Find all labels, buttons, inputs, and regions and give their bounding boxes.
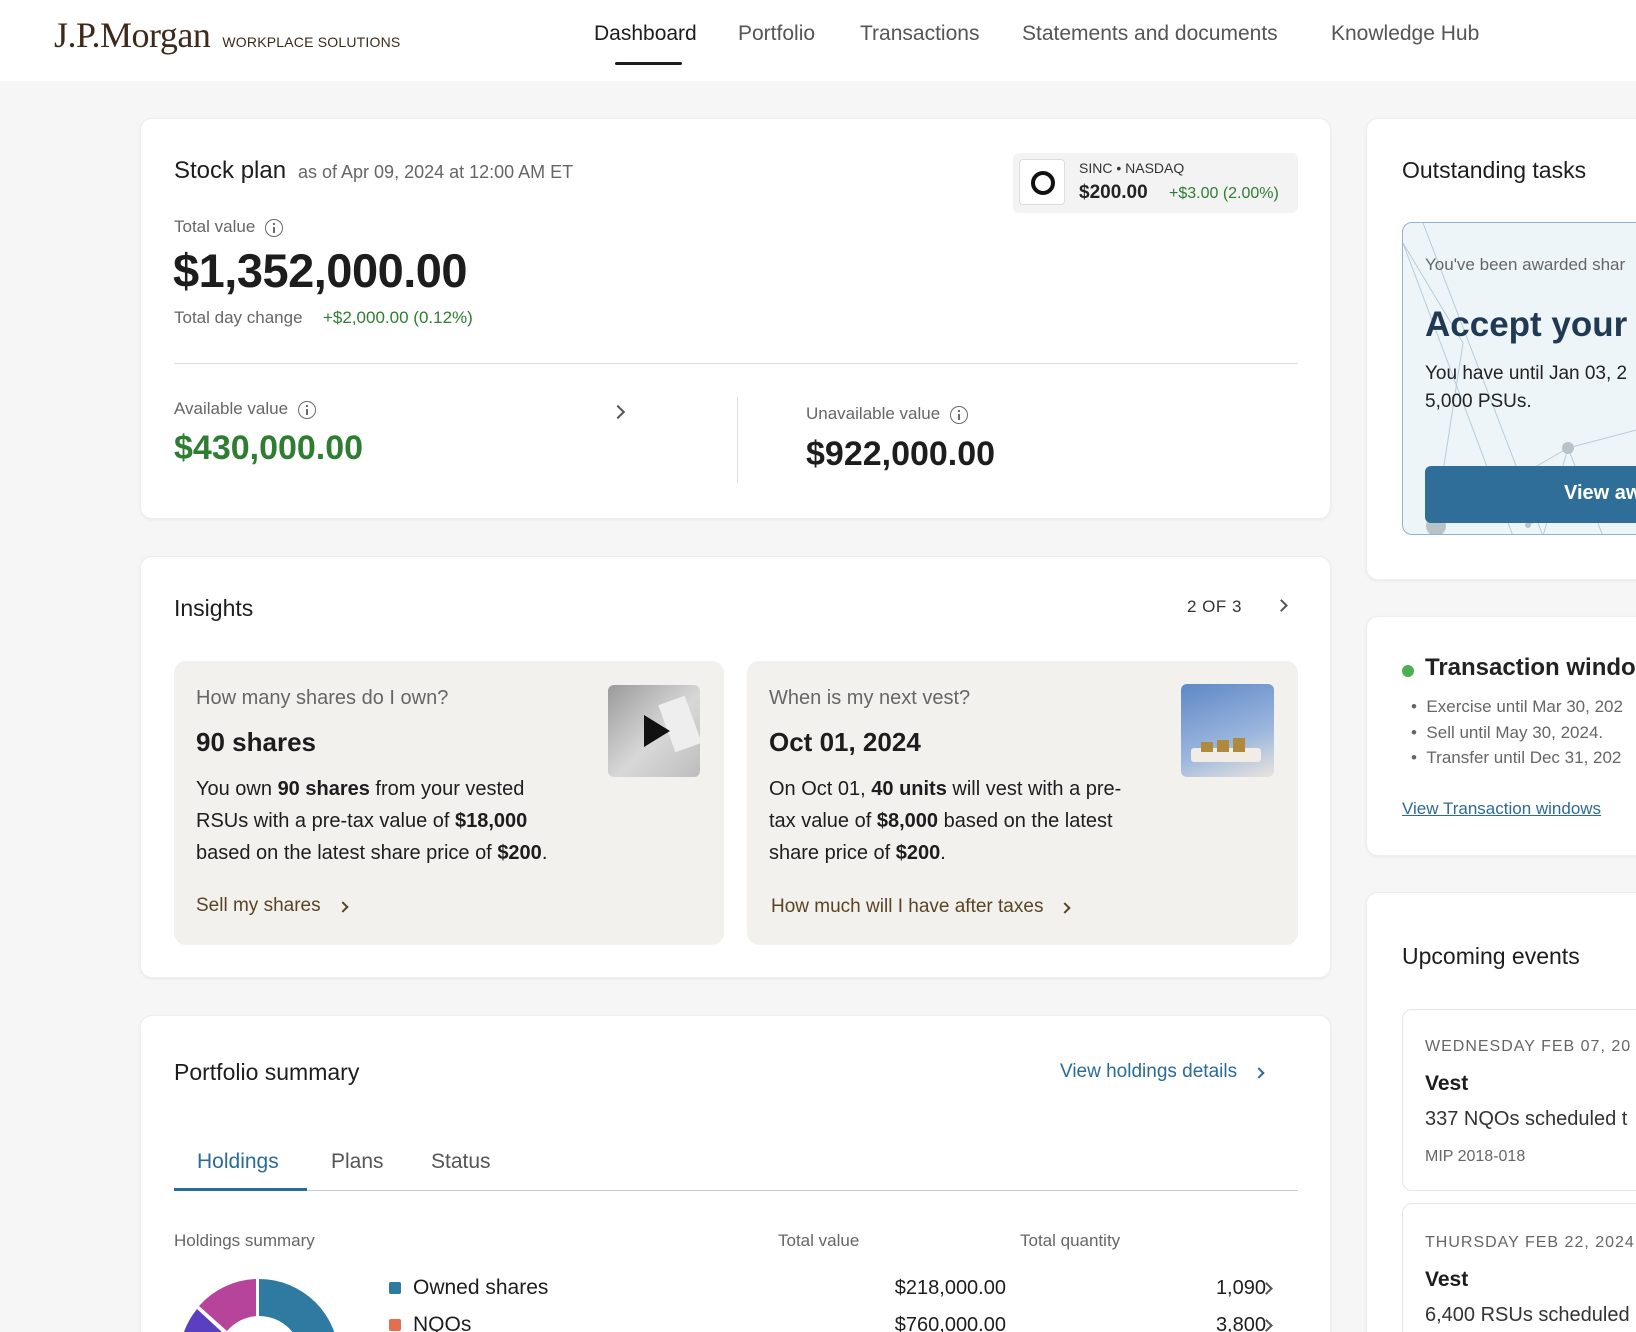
tasks-title: Outstanding tasks — [1402, 157, 1587, 183]
task-body-line1: You have until Jan 03, 2 — [1425, 363, 1628, 384]
chevron-right-icon — [1059, 902, 1072, 914]
holding-row-owned-name[interactable]: Owned shares — [389, 1276, 548, 1300]
view-transaction-windows-link[interactable]: View Transaction windows — [1402, 799, 1601, 819]
upcoming-events-card: Upcoming events WEDNESDAY FEB 07, 20 Ves… — [1366, 892, 1636, 1332]
holding-row-nqo-value: $760,000.00 — [894, 1314, 1006, 1332]
window-transfer: • Transfer until Dec 31, 202 — [1411, 748, 1622, 767]
holding-row-owned-qty: 1,090 — [1215, 1277, 1266, 1299]
insight-headline: Oct 01, 2024 — [769, 727, 921, 757]
chevron-right-icon[interactable] — [1275, 599, 1288, 612]
tabs-divider — [174, 1190, 1298, 1191]
insight-body: You own 90 shares from your vested RSUs … — [196, 778, 548, 864]
main-nav: Dashboard Portfolio Transactions Stateme… — [0, 22, 1636, 72]
insights-pager: 2 OF 3 — [1187, 597, 1242, 616]
window-sell: • Sell until May 30, 2024. — [1411, 723, 1604, 742]
stock-plan-title: Stock plan — [174, 157, 287, 184]
after-taxes-link[interactable]: How much will I have after taxes — [771, 896, 1072, 918]
outstanding-tasks-card: Outstanding tasks You've been awarded sh… — [1366, 118, 1636, 580]
insight-body: On Oct 01, 40 units will vest with a pre… — [769, 778, 1122, 864]
available-value-label: Available value — [174, 399, 317, 419]
window-exercise: • Exercise until Mar 30, 202 — [1411, 697, 1623, 716]
task-headline: Accept your a — [1425, 305, 1636, 344]
sell-shares-link[interactable]: Sell my shares — [196, 895, 349, 917]
event-plan: MIP 2018-018 — [1425, 1148, 1526, 1165]
holding-row-nqo-name[interactable]: NQOs — [389, 1313, 471, 1332]
status-dot-icon — [1402, 665, 1414, 677]
available-value: $430,000.00 — [174, 429, 364, 467]
day-change-value: +$2,000.00 (0.12%) — [323, 308, 473, 327]
nav-active-underline — [615, 62, 682, 65]
insight-question: When is my next vest? — [769, 687, 971, 709]
divider — [174, 363, 1298, 364]
event-description: 337 NQOs scheduled t — [1425, 1108, 1628, 1130]
insight-headline: 90 shares — [196, 727, 316, 757]
event-type: Vest — [1425, 1072, 1469, 1095]
chevron-right-icon — [1253, 1067, 1265, 1079]
legend-swatch — [389, 1319, 401, 1332]
tab-status[interactable]: Status — [431, 1150, 491, 1174]
event-description: 6,400 RSUs scheduled — [1425, 1304, 1630, 1326]
total-value-header: Total value — [778, 1231, 860, 1250]
view-holdings-link[interactable]: View holdings details — [1060, 1061, 1265, 1083]
holding-row-nqo-qty: 3,800 — [1215, 1314, 1266, 1332]
portfolio-title: Portfolio summary — [174, 1059, 360, 1085]
transaction-windows-title: Transaction windo — [1425, 654, 1636, 681]
vertical-divider — [737, 397, 738, 483]
event-date: WEDNESDAY FEB 07, 20 — [1425, 1038, 1632, 1055]
nav-statements[interactable]: Statements and documents — [1022, 22, 1278, 46]
unavailable-value: $922,000.00 — [806, 435, 996, 473]
event-card[interactable]: WEDNESDAY FEB 07, 20 Vest 337 NQOs sched… — [1402, 1009, 1636, 1191]
ticker-change: +$3.00 (2.00%) — [1169, 185, 1279, 202]
nav-knowledge-hub[interactable]: Knowledge Hub — [1331, 22, 1479, 46]
ticker-widget[interactable]: SINC • NASDAQ $200.00 +$3.00 (2.00%) — [1013, 153, 1298, 213]
play-icon — [644, 715, 670, 747]
task-body-line2: 5,000 PSUs. — [1425, 391, 1532, 412]
nav-transactions[interactable]: Transactions — [860, 22, 979, 46]
transaction-windows-card: Transaction windo • Exercise until Mar 3… — [1366, 616, 1636, 856]
ticker-price: $200.00 — [1079, 182, 1148, 203]
insight-tile-vest: When is my next vest? Oct 01, 2024 On Oc… — [747, 661, 1298, 945]
insights-card: Insights 2 OF 3 How many shares do I own… — [140, 556, 1331, 978]
task-awarded-text: You've been awarded shar — [1425, 255, 1626, 274]
holdings-donut-chart — [183, 1279, 335, 1332]
insight-question: How many shares do I own? — [196, 687, 449, 709]
coins-image — [1181, 684, 1274, 777]
chevron-right-icon[interactable] — [610, 404, 626, 420]
view-award-button-label: View aw — [1564, 482, 1636, 504]
events-title: Upcoming events — [1402, 943, 1580, 969]
day-change-label: Total day change — [174, 308, 303, 327]
holdings-summary-label: Holdings summary — [174, 1231, 315, 1250]
total-value: $1,352,000.00 — [173, 244, 468, 297]
portfolio-summary-card: Portfolio summary View holdings details … — [140, 1015, 1331, 1332]
ticker-symbol: SINC • NASDAQ — [1079, 160, 1185, 176]
stock-plan-card: Stock plan as of Apr 09, 2024 at 12:00 A… — [140, 118, 1331, 519]
info-icon[interactable] — [950, 405, 969, 424]
video-thumbnail[interactable] — [608, 685, 700, 777]
holding-row-owned-value: $218,000.00 — [894, 1277, 1006, 1299]
nav-portfolio[interactable]: Portfolio — [738, 22, 815, 46]
company-logo-icon — [1019, 159, 1065, 205]
event-card[interactable]: THURSDAY FEB 22, 2024 Vest 6,400 RSUs sc… — [1402, 1203, 1636, 1332]
event-type: Vest — [1425, 1268, 1469, 1291]
total-quantity-header: Total quantity — [1020, 1231, 1121, 1250]
available-value-section[interactable]: Available value $430,000.00 — [174, 399, 804, 479]
insight-tile-shares: How many shares do I own? 90 shares You … — [174, 661, 724, 945]
legend-swatch — [389, 1282, 401, 1295]
nav-dashboard[interactable]: Dashboard — [594, 22, 697, 46]
top-navigation-bar: J.P.Morgan WORKPLACE SOLUTIONS Dashboard… — [0, 0, 1636, 81]
info-icon[interactable] — [298, 400, 317, 419]
stock-plan-as-of: as of Apr 09, 2024 at 12:00 AM ET — [298, 162, 574, 182]
tab-active-indicator — [174, 1188, 307, 1191]
chevron-right-icon — [336, 901, 349, 913]
tab-holdings[interactable]: Holdings — [197, 1150, 279, 1174]
tab-plans[interactable]: Plans — [331, 1150, 384, 1174]
info-icon[interactable] — [265, 218, 284, 237]
donut-segment-owned — [259, 1279, 335, 1332]
accept-award-task: You've been awarded shar Accept your a Y… — [1402, 222, 1636, 535]
total-value-label: Total value — [174, 217, 284, 237]
insights-title: Insights — [174, 595, 254, 621]
view-award-button[interactable]: View aw — [1425, 466, 1636, 523]
event-date: THURSDAY FEB 22, 2024 — [1425, 1234, 1635, 1251]
unavailable-value-label: Unavailable value — [806, 404, 969, 424]
